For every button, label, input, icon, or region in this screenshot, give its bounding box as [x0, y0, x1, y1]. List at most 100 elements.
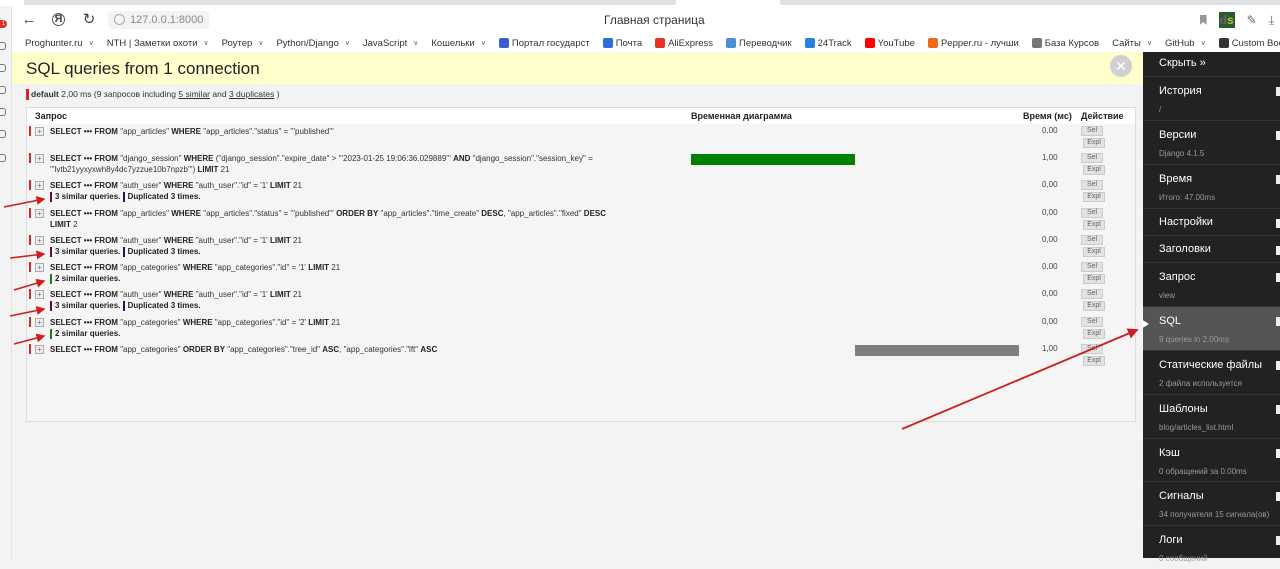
toolbar-panel-3[interactable]: Настройки — [1143, 208, 1280, 235]
toolbar-panel-10[interactable]: Сигналы 34 получателя 15 сигнала(ов) — [1143, 481, 1280, 525]
query-sql[interactable]: SELECT ••• FROM "auth_user" WHERE "auth_… — [50, 180, 620, 191]
explain-button[interactable]: Expl — [1083, 220, 1105, 230]
bookmark-link[interactable]: База Курсов — [1031, 38, 1099, 49]
explain-button[interactable]: Expl — [1083, 274, 1105, 284]
bookmark-link[interactable]: YouTube — [864, 38, 915, 49]
query-sql[interactable]: SELECT ••• FROM "app_articles" WHERE "ap… — [50, 126, 620, 137]
panel-toggle-checkbox[interactable] — [1276, 219, 1280, 228]
toolbar-panel-0[interactable]: История / — [1143, 76, 1280, 120]
panel-toggle-checkbox[interactable] — [1276, 492, 1280, 501]
rail-icon[interactable] — [0, 130, 6, 138]
rail-icon[interactable] — [0, 64, 6, 72]
bookmark-folder[interactable]: GitHub ∨ — [1165, 38, 1206, 49]
toolbar-panel-8[interactable]: Шаблоны blog/articles_list.html — [1143, 394, 1280, 438]
explain-button[interactable]: Expl — [1083, 356, 1105, 366]
bookmark-link[interactable]: Переводчик — [725, 38, 792, 49]
sql-keyword: WHERE — [163, 236, 194, 245]
bookmark-folder[interactable]: Роутер ∨ — [222, 38, 264, 49]
query-sql[interactable]: SELECT ••• FROM "auth_user" WHERE "auth_… — [50, 235, 620, 246]
bookmark-icon[interactable] — [1199, 15, 1207, 25]
toolbar-panel-5[interactable]: Запрос view — [1143, 262, 1280, 306]
rail-icon[interactable] — [0, 154, 6, 162]
bookmark-folder[interactable]: Кошельки ∨ — [431, 38, 486, 49]
panel-toggle-checkbox[interactable] — [1276, 131, 1280, 140]
site-info-icon[interactable] — [114, 14, 125, 25]
address-bar[interactable]: 127.0.0.1:8000 — [108, 11, 210, 29]
query-sql[interactable]: SELECT ••• FROM "app_categories" WHERE "… — [50, 317, 620, 328]
panel-toggle-checkbox[interactable] — [1276, 317, 1280, 326]
expand-query-toggle[interactable]: + — [35, 318, 44, 327]
bookmark-link[interactable]: Custom Bootstrap — [1218, 38, 1280, 49]
reload-icon[interactable]: ↻ — [80, 11, 98, 29]
back-icon[interactable]: ← — [20, 11, 38, 29]
explain-button[interactable]: Expl — [1083, 165, 1105, 175]
notification-badge[interactable]: 1 — [0, 20, 7, 28]
bookmark-folder[interactable]: Сайты ∨ — [1112, 38, 1152, 49]
duplicates-link[interactable]: 3 duplicates — [229, 89, 274, 99]
panel-toggle-checkbox[interactable] — [1276, 405, 1280, 414]
bookmark-folder[interactable]: JavaScript ∨ — [363, 38, 418, 49]
select-button[interactable]: Sel — [1081, 180, 1103, 190]
expand-query-toggle[interactable]: + — [35, 127, 44, 136]
expand-query-toggle[interactable]: + — [35, 181, 44, 190]
expand-query-toggle[interactable]: + — [35, 236, 44, 245]
browser-tab[interactable] — [24, 0, 676, 5]
expand-query-toggle[interactable]: + — [35, 345, 44, 354]
select-button[interactable]: Sel — [1081, 235, 1103, 245]
expand-query-toggle[interactable]: + — [35, 263, 44, 272]
extensions-icon[interactable]: ✎ — [1247, 13, 1257, 27]
expand-query-toggle[interactable]: + — [35, 154, 44, 163]
rail-icon[interactable] — [0, 42, 6, 50]
bookmark-folder[interactable]: Proghunter.ru ∨ — [25, 38, 94, 49]
django-extension-icon[interactable]: ds — [1218, 12, 1235, 28]
hide-toolbar-button[interactable]: Скрыть » — [1159, 57, 1206, 69]
select-button[interactable]: Sel — [1081, 344, 1103, 354]
panel-toggle-checkbox[interactable] — [1276, 246, 1280, 255]
query-sql[interactable]: SELECT ••• FROM "app_categories" WHERE "… — [50, 262, 620, 273]
explain-button[interactable]: Expl — [1083, 138, 1105, 148]
query-sql[interactable]: SELECT ••• FROM "auth_user" WHERE "auth_… — [50, 289, 620, 300]
expand-query-toggle[interactable]: + — [35, 209, 44, 218]
explain-button[interactable]: Expl — [1083, 301, 1105, 311]
bookmark-link[interactable]: Pepper.ru - лучши — [927, 38, 1019, 49]
select-button[interactable]: Sel — [1081, 262, 1103, 272]
panel-toggle-checkbox[interactable] — [1276, 536, 1280, 545]
rail-icon[interactable] — [0, 108, 6, 116]
panel-toggle-checkbox[interactable] — [1276, 273, 1280, 282]
query-sql[interactable]: SELECT ••• FROM "django_session" WHERE (… — [50, 153, 620, 175]
toolbar-panel-9[interactable]: Кэш 0 обращений за 0.00ms — [1143, 438, 1280, 482]
explain-button[interactable]: Expl — [1083, 329, 1105, 339]
bookmark-link[interactable]: AliExpress — [655, 38, 713, 49]
panel-toggle-checkbox[interactable] — [1276, 87, 1280, 96]
toolbar-panel-7[interactable]: Статические файлы 2 файла используется — [1143, 350, 1280, 394]
bookmark-folder[interactable]: NTH | Заметки охоти ∨ — [107, 38, 209, 49]
toolbar-panel-2[interactable]: Время Итого: 47.00ms — [1143, 164, 1280, 208]
yandex-icon[interactable]: Я — [52, 13, 65, 26]
select-button[interactable]: Sel — [1081, 289, 1103, 299]
explain-button[interactable]: Expl — [1083, 192, 1105, 202]
select-button[interactable]: Sel — [1081, 208, 1103, 218]
rail-icon[interactable] — [0, 86, 6, 94]
toolbar-panel-6[interactable]: SQL 9 queries in 2.00ms — [1141, 306, 1280, 350]
toolbar-panel-1[interactable]: Версии Django 4.1.5 — [1143, 120, 1280, 164]
bookmark-link[interactable]: Портал государст — [498, 38, 590, 49]
toolbar-panel-11[interactable]: Логи 0 сообщений — [1143, 525, 1280, 569]
download-icon[interactable]: ⤓ — [1269, 13, 1274, 28]
select-button[interactable]: Sel — [1081, 153, 1103, 163]
expand-query-toggle[interactable]: + — [35, 290, 44, 299]
select-button[interactable]: Sel — [1081, 317, 1103, 327]
bookmark-link[interactable]: Почта — [602, 38, 642, 49]
explain-button[interactable]: Expl — [1083, 247, 1105, 257]
panel-toggle-checkbox[interactable] — [1276, 175, 1280, 184]
toolbar-panel-4[interactable]: Заголовки — [1143, 235, 1280, 262]
query-sql[interactable]: SELECT ••• FROM "app_articles" WHERE "ap… — [50, 208, 620, 230]
select-button[interactable]: Sel — [1081, 126, 1103, 136]
close-panel-button[interactable]: ✕ — [1110, 55, 1132, 77]
bookmark-folder[interactable]: Python/Django ∨ — [276, 38, 349, 49]
panel-toggle-checkbox[interactable] — [1276, 361, 1280, 370]
bookmark-link[interactable]: 24Track — [804, 38, 852, 49]
query-sql[interactable]: SELECT ••• FROM "app_categories" ORDER B… — [50, 344, 620, 355]
browser-tab[interactable] — [780, 0, 1280, 5]
panel-toggle-checkbox[interactable] — [1276, 449, 1280, 458]
similar-link[interactable]: 5 similar — [178, 89, 210, 99]
